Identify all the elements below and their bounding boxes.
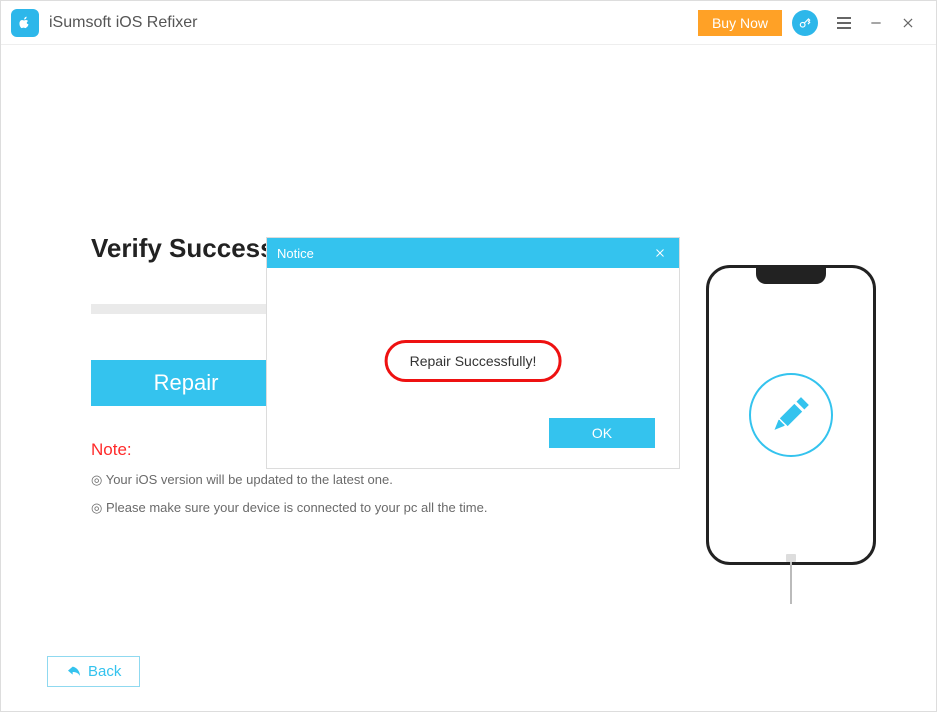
tools-icon [771, 395, 811, 435]
phone-illustration [706, 265, 876, 565]
back-button-label: Back [88, 663, 121, 680]
apple-icon [16, 14, 34, 32]
phone-cable [790, 562, 792, 604]
register-key-button[interactable] [792, 10, 818, 36]
close-window-button[interactable] [896, 11, 920, 35]
titlebar: iSumsoft iOS Refixer Buy Now [1, 1, 936, 45]
close-icon [901, 16, 915, 30]
dialog-body: Repair Successfully! OK [267, 268, 679, 468]
dialog-message: Repair Successfully! [385, 340, 562, 382]
notice-dialog: Notice Repair Successfully! OK [267, 238, 679, 468]
app-logo [11, 9, 39, 37]
key-icon [798, 16, 812, 30]
minimize-icon [869, 16, 883, 30]
hamburger-icon [837, 17, 851, 29]
phone-notch [756, 268, 826, 284]
dialog-ok-button[interactable]: OK [549, 418, 655, 448]
buy-now-button[interactable]: Buy Now [698, 10, 782, 36]
back-button[interactable]: Back [47, 656, 140, 687]
minimize-button[interactable] [864, 11, 888, 35]
back-arrow-icon [66, 664, 82, 680]
repair-button[interactable]: Repair [91, 360, 281, 406]
menu-button[interactable] [832, 11, 856, 35]
dialog-title: Notice [277, 246, 314, 261]
dialog-close-button[interactable] [651, 244, 669, 262]
close-icon [654, 247, 666, 259]
dialog-header: Notice [267, 238, 679, 268]
repair-circle-icon [749, 373, 833, 457]
app-title: iSumsoft iOS Refixer [49, 14, 197, 32]
